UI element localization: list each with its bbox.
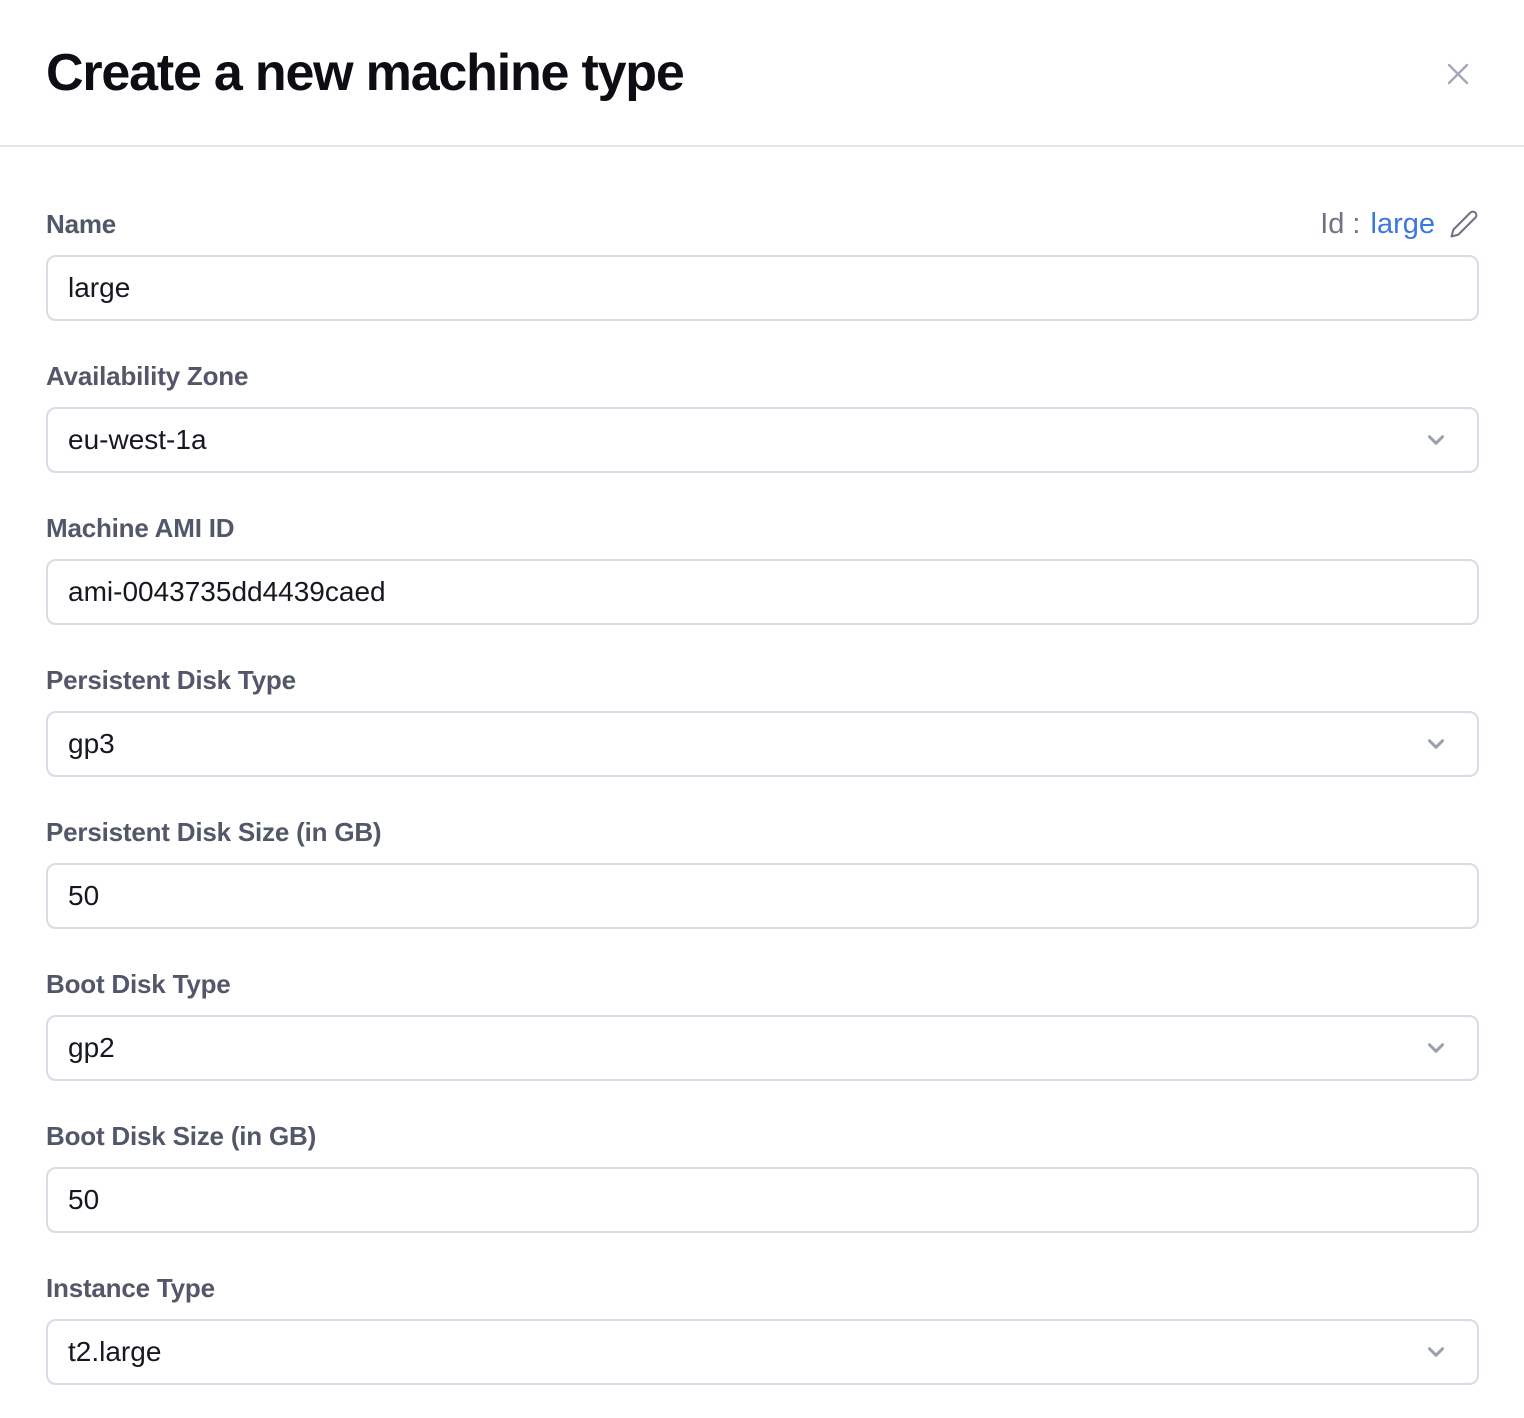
boot-disk-type-select[interactable]: gp2 bbox=[46, 1015, 1479, 1081]
machine-ami-id-input[interactable] bbox=[46, 559, 1479, 625]
instance-type-label: Instance Type bbox=[46, 1273, 215, 1303]
field-availability-zone: Availability Zone eu-west-1a bbox=[46, 361, 1479, 473]
machine-ami-id-label: Machine AMI ID bbox=[46, 513, 234, 543]
boot-disk-size-label: Boot Disk Size (in GB) bbox=[46, 1121, 316, 1151]
boot-disk-size-input[interactable] bbox=[46, 1167, 1479, 1233]
id-value: large bbox=[1371, 208, 1436, 240]
pencil-icon bbox=[1449, 227, 1479, 242]
create-machine-type-modal: Create a new machine type Name Id : larg… bbox=[0, 0, 1524, 1418]
field-machine-ami-id: Machine AMI ID bbox=[46, 513, 1479, 625]
name-label: Name bbox=[46, 209, 116, 239]
availability-zone-label: Availability Zone bbox=[46, 361, 248, 391]
close-icon bbox=[1440, 80, 1476, 95]
chevron-down-icon bbox=[1423, 1339, 1449, 1365]
persistent-disk-type-value: gp3 bbox=[68, 728, 115, 760]
field-name: Name Id : large bbox=[46, 209, 1479, 321]
field-boot-disk-type: Boot Disk Type gp2 bbox=[46, 969, 1479, 1081]
persistent-disk-type-select[interactable]: gp3 bbox=[46, 711, 1479, 777]
boot-disk-type-label: Boot Disk Type bbox=[46, 969, 231, 999]
close-button[interactable] bbox=[1440, 56, 1476, 92]
modal-header: Create a new machine type bbox=[0, 0, 1524, 147]
instance-type-select[interactable]: t2.large bbox=[46, 1319, 1479, 1385]
field-persistent-disk-size: Persistent Disk Size (in GB) bbox=[46, 817, 1479, 929]
chevron-down-icon bbox=[1423, 731, 1449, 757]
persistent-disk-type-label: Persistent Disk Type bbox=[46, 665, 296, 695]
field-instance-type: Instance Type t2.large bbox=[46, 1273, 1479, 1385]
chevron-down-icon bbox=[1423, 427, 1449, 453]
boot-disk-type-value: gp2 bbox=[68, 1032, 115, 1064]
persistent-disk-size-label: Persistent Disk Size (in GB) bbox=[46, 817, 381, 847]
persistent-disk-size-input[interactable] bbox=[46, 863, 1479, 929]
instance-type-value: t2.large bbox=[68, 1336, 161, 1368]
id-prefix: Id : bbox=[1320, 208, 1360, 240]
name-input[interactable] bbox=[46, 255, 1479, 321]
modal-title: Create a new machine type bbox=[46, 44, 684, 102]
field-boot-disk-size: Boot Disk Size (in GB) bbox=[46, 1121, 1479, 1233]
chevron-down-icon bbox=[1423, 1035, 1449, 1061]
availability-zone-select[interactable]: eu-west-1a bbox=[46, 407, 1479, 473]
id-display: Id : large bbox=[1320, 208, 1479, 240]
field-persistent-disk-type: Persistent Disk Type gp3 bbox=[46, 665, 1479, 777]
availability-zone-value: eu-west-1a bbox=[68, 424, 207, 456]
modal-body: Name Id : large Availa bbox=[0, 147, 1524, 1385]
edit-id-button[interactable] bbox=[1449, 209, 1479, 239]
